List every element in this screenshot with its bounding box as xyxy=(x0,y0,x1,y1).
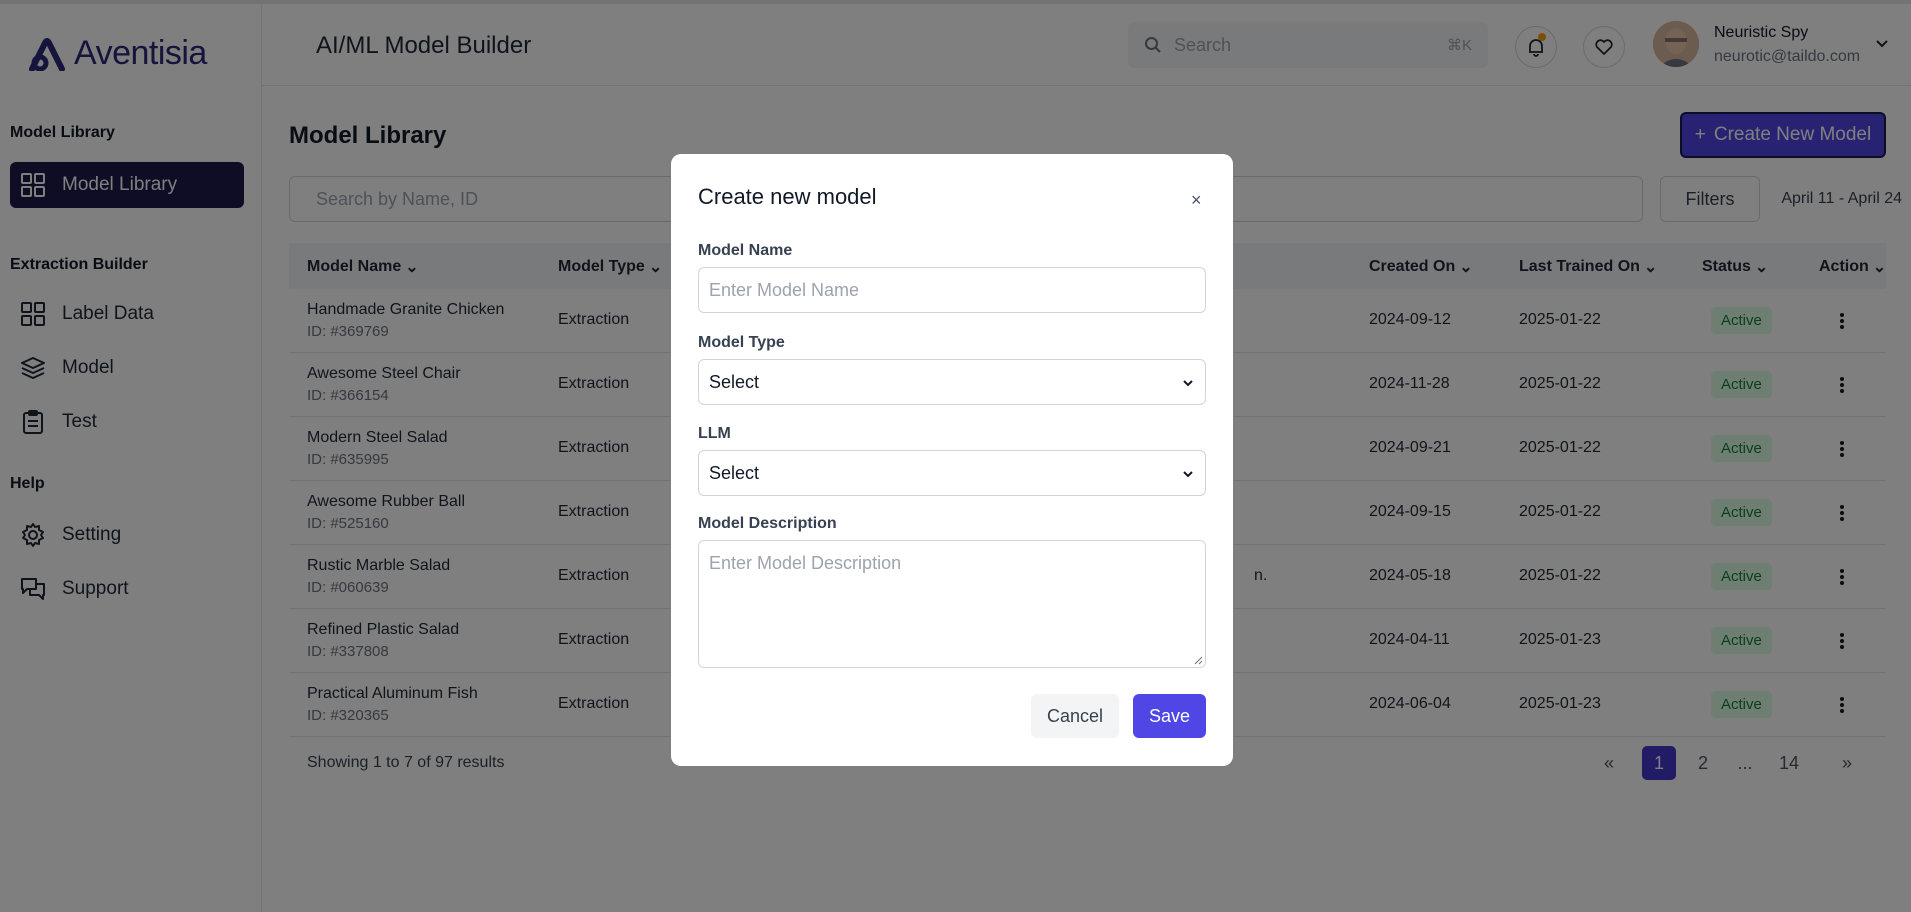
model-name-input[interactable]: Enter Model Name xyxy=(698,267,1206,313)
modal-title: Create new model xyxy=(698,184,877,209)
model-description-placeholder: Enter Model Description xyxy=(709,553,902,573)
close-icon[interactable]: × xyxy=(1191,190,1202,211)
model-description-label: Model Description xyxy=(698,515,837,532)
model-name-placeholder: Enter Model Name xyxy=(709,279,860,300)
model-type-value: Select xyxy=(709,371,760,392)
model-description-textarea[interactable]: Enter Model Description xyxy=(698,540,1206,668)
llm-label: LLM xyxy=(698,425,731,442)
llm-select[interactable]: Select xyxy=(698,450,1206,496)
model-name-label: Model Name xyxy=(698,242,793,259)
cancel-button[interactable]: Cancel xyxy=(1031,694,1119,738)
create-model-modal: Create new model × Model Name Enter Mode… xyxy=(671,154,1233,766)
llm-value: Select xyxy=(709,462,760,483)
model-type-label: Model Type xyxy=(698,334,785,351)
save-button[interactable]: Save xyxy=(1133,694,1206,738)
chevron-down-icon xyxy=(1183,380,1193,387)
resize-handle-icon[interactable] xyxy=(1193,655,1203,665)
model-type-select[interactable]: Select xyxy=(698,359,1206,405)
chevron-down-icon xyxy=(1183,471,1193,478)
